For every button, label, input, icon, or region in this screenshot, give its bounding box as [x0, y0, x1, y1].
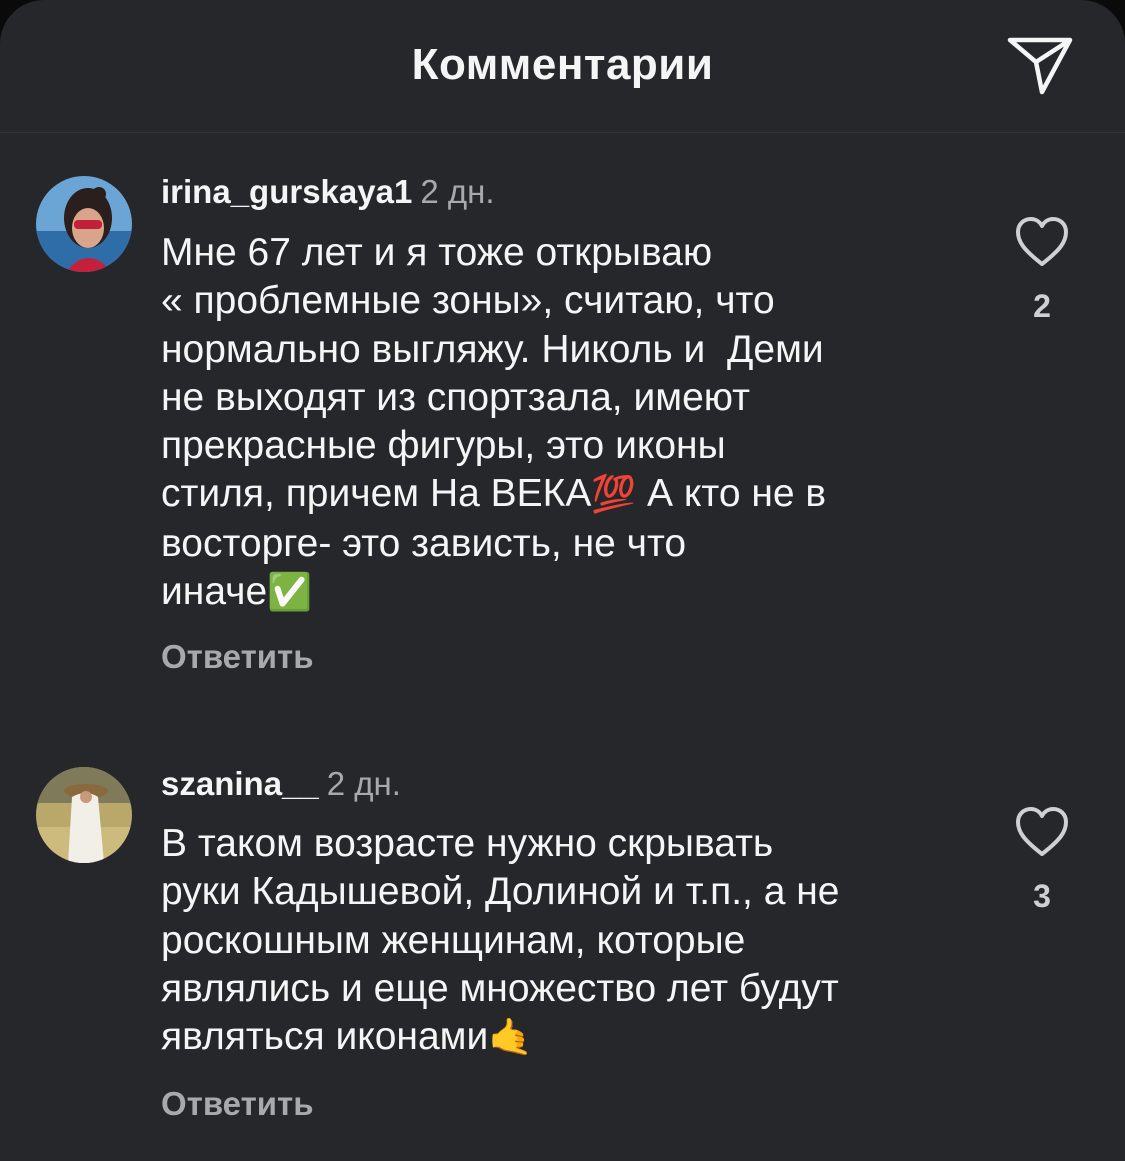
comments-sheet: Комментарии irina_gurskaya1 2 дн. Мне 67 …: [0, 0, 1125, 1161]
comment-meta: irina_gurskaya1 2 дн.: [161, 172, 495, 212]
user-photo-icon: [36, 767, 132, 863]
reply-button[interactable]: Ответить: [161, 1085, 314, 1123]
heart-icon[interactable]: [1014, 806, 1070, 858]
page-title: Комментарии: [411, 40, 714, 89]
like-group: 3: [1010, 806, 1074, 915]
comment-text: В таком возрасте нужно скрывать руки Кад…: [161, 820, 961, 1062]
reply-button[interactable]: Ответить: [161, 638, 314, 676]
comments-header: Комментарии: [0, 0, 1125, 133]
check-mark-emoji: ✅: [267, 572, 312, 614]
hundred-points-emoji: 💯: [591, 474, 637, 516]
avatar[interactable]: [36, 767, 132, 863]
comment-meta: szanina__ 2 дн.: [161, 764, 401, 804]
share-button[interactable]: [1004, 34, 1076, 98]
username[interactable]: szanina__: [161, 765, 319, 802]
heart-icon[interactable]: [1014, 216, 1070, 268]
comment-time: 2 дн.: [420, 173, 495, 210]
paper-plane-icon: [1007, 37, 1073, 95]
like-group: 2: [1010, 216, 1074, 325]
user-photo-icon: [36, 176, 132, 272]
call-me-hand-emoji: 🤙: [488, 1017, 534, 1059]
like-count: 3: [1033, 878, 1051, 914]
comment-time: 2 дн.: [326, 765, 401, 802]
comment-text: Мне 67 лет и я тоже открываю « проблемны…: [161, 229, 961, 617]
avatar[interactable]: [36, 176, 132, 272]
username[interactable]: irina_gurskaya1: [161, 173, 412, 210]
like-count: 2: [1033, 288, 1051, 324]
